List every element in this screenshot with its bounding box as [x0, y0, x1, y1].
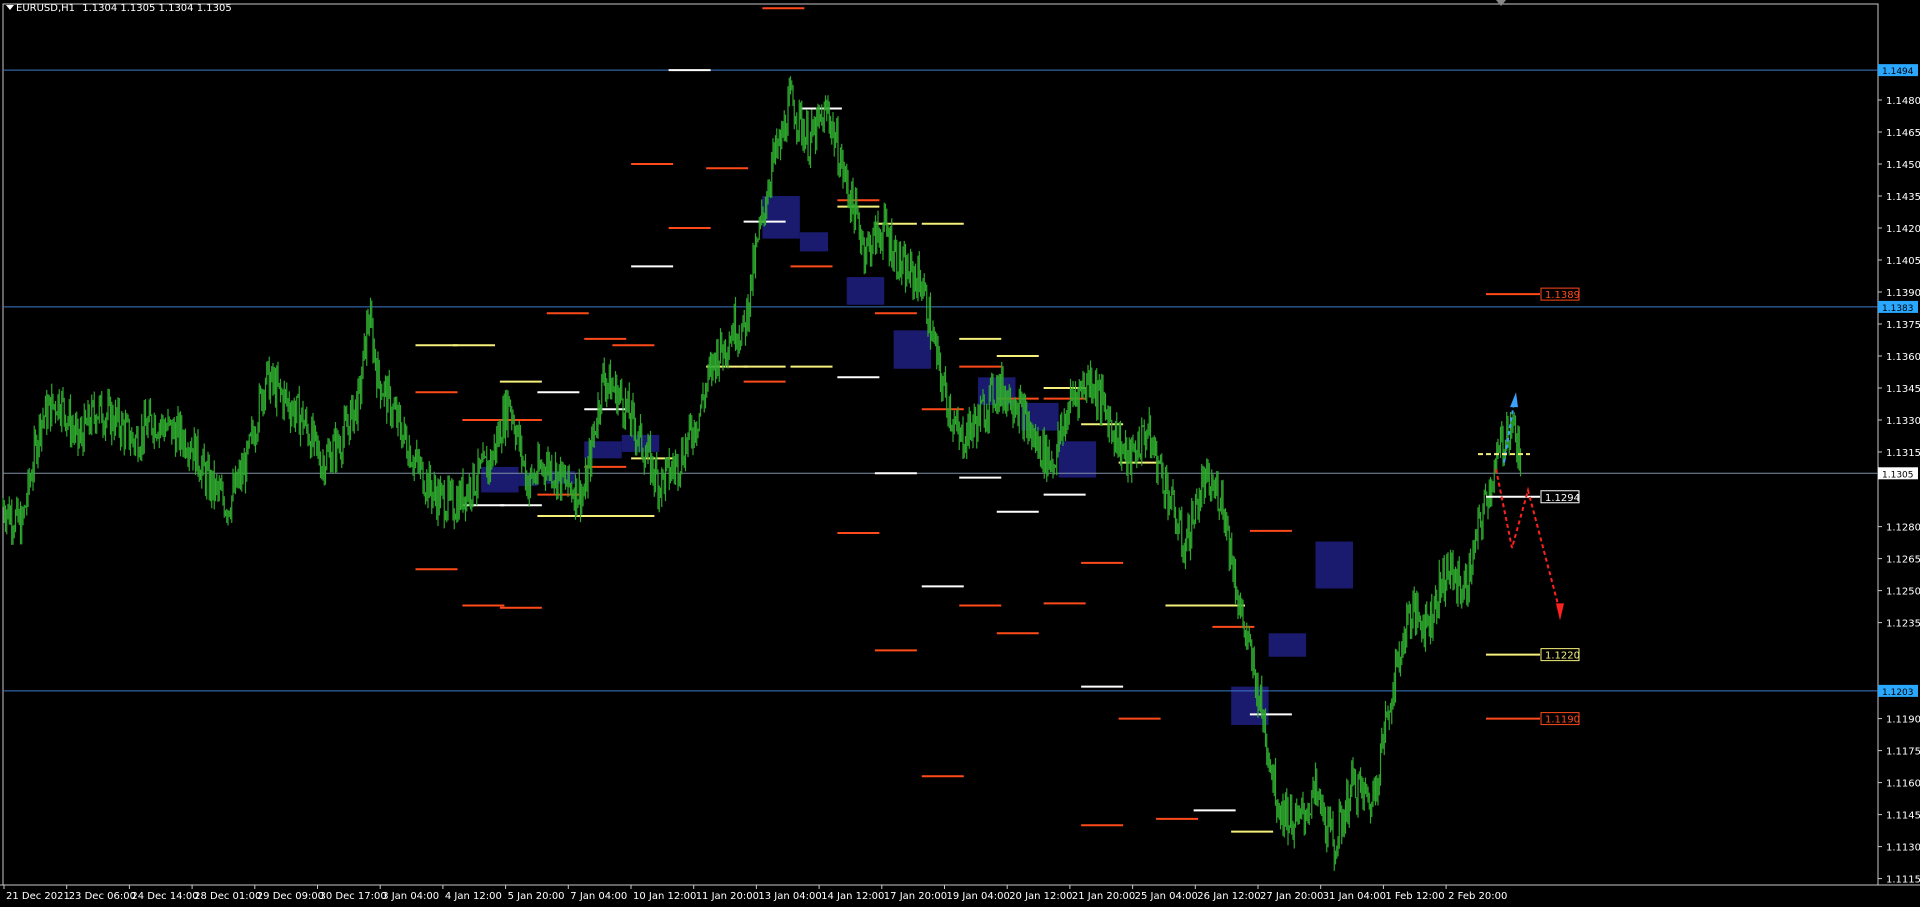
zone-box — [799, 232, 828, 252]
y-tick-label: 1.1480 — [1886, 96, 1920, 107]
x-tick-label: 1 Feb 12:00 — [1385, 891, 1444, 902]
x-tick-label: 29 Dec 09:00 — [257, 891, 324, 902]
y-tick-label: 1.1130 — [1886, 843, 1920, 854]
zone-box — [1315, 541, 1353, 589]
x-tick-label: 10 Jan 12:00 — [633, 891, 696, 902]
y-tick-label: 1.1420 — [1886, 224, 1920, 235]
x-tick-label: 3 Jan 04:00 — [382, 891, 439, 902]
y-tick-label: 1.1375 — [1886, 320, 1920, 331]
price-tag-label: 1.1305 — [1882, 470, 1914, 480]
x-tick-label: 30 Dec 17:00 — [320, 891, 387, 902]
zone-box — [1268, 633, 1307, 657]
arrow-head-icon — [1556, 603, 1564, 621]
y-tick-label: 1.1315 — [1886, 448, 1920, 459]
symbol-label: EURUSD,H1 — [16, 3, 76, 14]
x-tick-label: 21 Jan 20:00 — [1072, 891, 1135, 902]
x-tick-label: 23 Dec 06:00 — [69, 891, 136, 902]
price-chart[interactable]: 1.1494 1.1383 1.1305 1.1203 1.1389 1.1294 1.12… — [0, 0, 1920, 907]
chart-canvas[interactable]: 1.1494 1.1383 1.1305 1.1203 1.1389 1.1294 1.12… — [0, 0, 1920, 907]
y-tick-label: 1.1450 — [1886, 160, 1920, 171]
x-tick-label: 19 Jan 04:00 — [947, 891, 1010, 902]
y-tick-label: 1.1390 — [1886, 288, 1920, 299]
x-tick-label: 13 Jan 04:00 — [758, 891, 821, 902]
y-tick-label: 1.1405 — [1886, 256, 1920, 267]
chart-shift-marker-icon[interactable] — [1496, 0, 1506, 6]
y-tick-label: 1.1235 — [1886, 619, 1920, 630]
x-tick-label: 21 Dec 2021 — [6, 891, 70, 902]
level-tag-label: 1.1294 — [1545, 493, 1580, 504]
y-tick-label: 1.1190 — [1886, 715, 1920, 726]
y-tick-label: 1.1175 — [1886, 747, 1920, 758]
zone-box — [1058, 441, 1097, 478]
level-tag-label: 1.1389 — [1545, 290, 1580, 301]
x-tick-label: 24 Dec 14:00 — [131, 891, 198, 902]
level-tag-label: 1.1190 — [1545, 715, 1580, 726]
ohlc-label: 1.1304 1.1305 1.1304 1.1305 — [82, 3, 232, 14]
y-tick-label: 1.1345 — [1886, 384, 1920, 395]
x-tick-label: 20 Jan 12:00 — [1009, 891, 1072, 902]
x-tick-label: 11 Jan 20:00 — [696, 891, 759, 902]
x-tick-label: 2 Feb 20:00 — [1448, 891, 1507, 902]
price-tag-label: 1.1383 — [1882, 304, 1914, 314]
y-tick-label: 1.1330 — [1886, 416, 1920, 427]
y-tick-label: 1.1250 — [1886, 587, 1920, 598]
price-tag-label: 1.1494 — [1882, 67, 1914, 77]
y-tick-label: 1.1280 — [1886, 523, 1920, 534]
y-tick-label: 1.1115 — [1886, 875, 1920, 886]
zone-box — [584, 441, 622, 459]
x-tick-label: 26 Jan 12:00 — [1197, 891, 1260, 902]
arrow-head-icon — [1510, 392, 1518, 408]
y-tick-label: 1.1360 — [1886, 352, 1920, 363]
y-tick-label: 1.1265 — [1886, 555, 1920, 566]
y-tick-label: 1.1160 — [1886, 779, 1920, 790]
x-tick-label: 27 Jan 20:00 — [1260, 891, 1323, 902]
x-tick-label: 7 Jan 04:00 — [570, 891, 627, 902]
level-tag-label: 1.1220 — [1545, 651, 1580, 662]
y-tick-label: 1.1465 — [1886, 128, 1920, 139]
y-tick-label: 1.1435 — [1886, 192, 1920, 203]
plot-frame — [2, 3, 1879, 886]
y-tick-label: 1.1145 — [1886, 811, 1920, 822]
x-tick-label: 28 Dec 01:00 — [194, 891, 261, 902]
zone-box — [846, 277, 885, 305]
price-tag-label: 1.1203 — [1882, 688, 1914, 698]
x-tick-label: 25 Jan 04:00 — [1135, 891, 1198, 902]
chart-info-label: EURUSD,H1 1.1304 1.1305 1.1304 1.1305 — [16, 3, 232, 14]
x-tick-label: 31 Jan 04:00 — [1323, 891, 1386, 902]
chart-menu-arrow-icon[interactable] — [6, 5, 14, 10]
x-tick-label: 17 Jan 20:00 — [884, 891, 947, 902]
x-tick-label: 4 Jan 12:00 — [445, 891, 502, 902]
zone-box — [893, 330, 932, 369]
x-tick-label: 14 Jan 12:00 — [821, 891, 884, 902]
x-tick-label: 5 Jan 20:00 — [508, 891, 565, 902]
